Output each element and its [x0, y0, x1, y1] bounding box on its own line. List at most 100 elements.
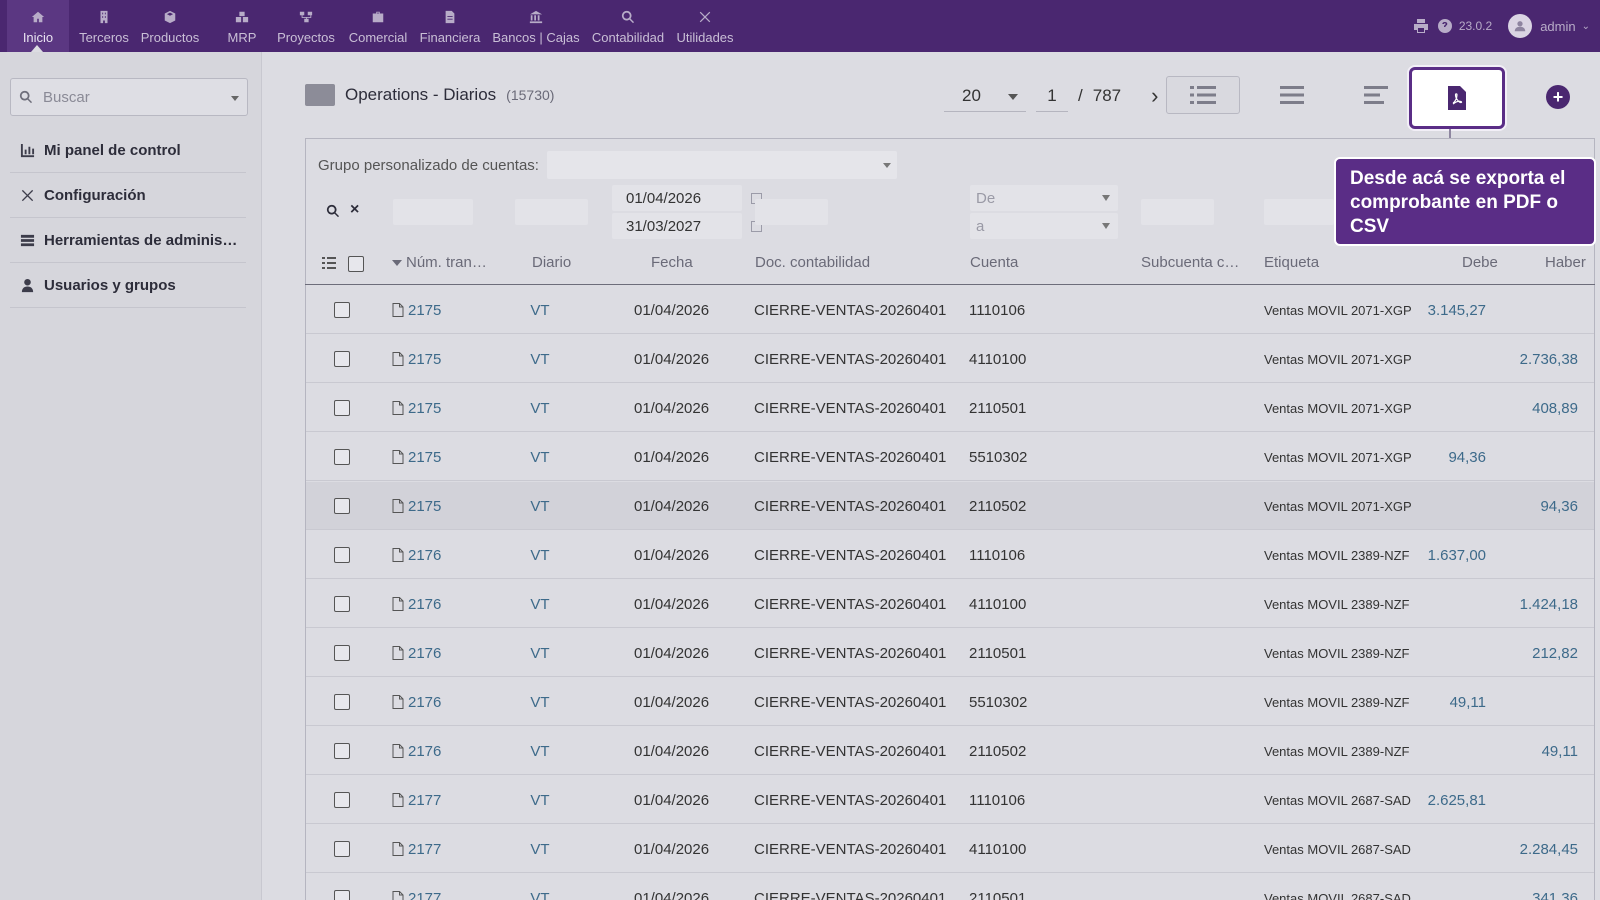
- transaction-link[interactable]: 2175: [392, 286, 441, 334]
- table-row[interactable]: 2176 VT 01/04/2026 CIERRE-VENTAS-20260401 21…: [306, 629, 1594, 677]
- row-checkbox[interactable]: [334, 890, 350, 900]
- menu-item-comercial[interactable]: Comercial: [346, 0, 410, 52]
- add-record-button[interactable]: +: [1546, 85, 1570, 109]
- row-checkbox[interactable]: [334, 645, 350, 661]
- columns-icon[interactable]: [322, 256, 336, 274]
- accounting-doc[interactable]: CIERRE-VENTAS-20260401: [754, 531, 946, 579]
- menu-item-contabilidad[interactable]: Contabilidad: [591, 0, 665, 52]
- sidebar-item-panel[interactable]: Mi panel de control: [10, 128, 246, 173]
- help-icon[interactable]: [1437, 18, 1453, 34]
- journal-code[interactable]: VT: [510, 384, 570, 432]
- menu-item-utilidades[interactable]: Utilidades: [673, 0, 737, 52]
- avatar[interactable]: [1508, 14, 1533, 38]
- account-code[interactable]: 4110100: [969, 580, 1026, 628]
- filter-account-to[interactable]: a: [970, 213, 1118, 239]
- transaction-link[interactable]: 2175: [392, 482, 441, 530]
- row-checkbox[interactable]: [334, 547, 350, 563]
- journal-code[interactable]: VT: [510, 776, 570, 824]
- accounting-doc[interactable]: CIERRE-VENTAS-20260401: [754, 825, 946, 873]
- filter-diario-input[interactable]: [515, 199, 588, 225]
- journal-code[interactable]: VT: [510, 825, 570, 873]
- table-row[interactable]: 2175 VT 01/04/2026 CIERRE-VENTAS-20260401 21…: [306, 482, 1594, 530]
- transaction-link[interactable]: 2176: [392, 629, 441, 677]
- tree-view-button[interactable]: [1354, 76, 1398, 114]
- accounting-doc[interactable]: CIERRE-VENTAS-20260401: [754, 580, 946, 628]
- transaction-link[interactable]: 2176: [392, 580, 441, 628]
- table-row[interactable]: 2175 VT 01/04/2026 CIERRE-VENTAS-20260401 11…: [306, 286, 1594, 334]
- journal-code[interactable]: VT: [510, 286, 570, 334]
- table-row[interactable]: 2176 VT 01/04/2026 CIERRE-VENTAS-20260401 41…: [306, 580, 1594, 628]
- row-checkbox[interactable]: [334, 596, 350, 612]
- transaction-link[interactable]: 2176: [392, 678, 441, 726]
- table-row[interactable]: 2176 VT 01/04/2026 CIERRE-VENTAS-20260401 11…: [306, 531, 1594, 579]
- journal-code[interactable]: VT: [510, 433, 570, 481]
- account-code[interactable]: 2110502: [969, 727, 1026, 775]
- filter-label-input[interactable]: [1264, 199, 1334, 225]
- journal-code[interactable]: VT: [510, 678, 570, 726]
- search-filter-icon[interactable]: [326, 204, 340, 223]
- journal-code[interactable]: VT: [510, 580, 570, 628]
- header-num[interactable]: Núm. tran…: [406, 254, 487, 271]
- select-all-checkbox[interactable]: [348, 256, 364, 272]
- accounting-doc[interactable]: CIERRE-VENTAS-20260401: [754, 482, 946, 530]
- accounting-doc[interactable]: CIERRE-VENTAS-20260401: [754, 384, 946, 432]
- page-size-select[interactable]: 20: [944, 80, 1026, 112]
- transaction-link[interactable]: 2176: [392, 727, 441, 775]
- accounting-doc[interactable]: CIERRE-VENTAS-20260401: [754, 335, 946, 383]
- header-diario[interactable]: Diario: [532, 254, 571, 271]
- row-checkbox[interactable]: [334, 302, 350, 318]
- header-etiqueta[interactable]: Etiqueta: [1264, 254, 1319, 271]
- transaction-link[interactable]: 2175: [392, 433, 441, 481]
- filter-num-input[interactable]: [393, 199, 473, 225]
- group-view-button[interactable]: [1270, 76, 1314, 114]
- menu-item-productos[interactable]: Productos: [140, 0, 200, 52]
- account-code[interactable]: 4110100: [969, 335, 1026, 383]
- print-icon[interactable]: [1413, 18, 1429, 34]
- row-checkbox[interactable]: [334, 498, 350, 514]
- journal-code[interactable]: VT: [510, 482, 570, 530]
- menu-item-bancos-cajas[interactable]: Bancos | Cajas: [490, 0, 582, 52]
- filter-date-from[interactable]: 01/04/2026: [612, 185, 762, 211]
- transaction-link[interactable]: 2176: [392, 531, 441, 579]
- menu-item-terceros[interactable]: Terceros: [77, 0, 131, 52]
- page-number-input[interactable]: 1: [1036, 80, 1068, 112]
- row-checkbox[interactable]: [334, 351, 350, 367]
- account-code[interactable]: 5510302: [969, 678, 1027, 726]
- transaction-link[interactable]: 2175: [392, 384, 441, 432]
- filter-subaccount-input[interactable]: [1141, 199, 1214, 225]
- journal-code[interactable]: VT: [510, 531, 570, 579]
- list-view-button[interactable]: [1166, 76, 1240, 114]
- table-row[interactable]: 2175 VT 01/04/2026 CIERRE-VENTAS-20260401 55…: [306, 433, 1594, 481]
- account-code[interactable]: 1110106: [969, 286, 1025, 334]
- user-name[interactable]: admin: [1540, 19, 1575, 34]
- row-checkbox[interactable]: [334, 400, 350, 416]
- group-select[interactable]: [546, 151, 897, 179]
- table-row[interactable]: 2177 VT 01/04/2026 CIERRE-VENTAS-20260401 11…: [306, 776, 1594, 824]
- account-code[interactable]: 2110501: [969, 629, 1026, 677]
- row-checkbox[interactable]: [334, 694, 350, 710]
- table-row[interactable]: 2175 VT 01/04/2026 CIERRE-VENTAS-20260401 41…: [306, 335, 1594, 383]
- menu-item-proyectos[interactable]: Proyectos: [276, 0, 336, 52]
- chevron-down-icon[interactable]: ⌄: [1582, 21, 1590, 32]
- accounting-doc[interactable]: CIERRE-VENTAS-20260401: [754, 776, 946, 824]
- clear-filter-icon[interactable]: ×: [350, 201, 359, 219]
- account-code[interactable]: 5510302: [969, 433, 1027, 481]
- transaction-link[interactable]: 2177: [392, 776, 441, 824]
- table-row[interactable]: 2176 VT 01/04/2026 CIERRE-VENTAS-20260401 55…: [306, 678, 1594, 726]
- transaction-link[interactable]: 2177: [392, 874, 441, 900]
- header-doc[interactable]: Doc. contabilidad: [755, 254, 870, 271]
- row-checkbox[interactable]: [334, 841, 350, 857]
- journal-code[interactable]: VT: [510, 727, 570, 775]
- menu-item-mrp[interactable]: MRP: [222, 0, 262, 52]
- header-cuenta[interactable]: Cuenta: [970, 254, 1018, 271]
- journal-code[interactable]: VT: [510, 629, 570, 677]
- sidebar-item-configuracion[interactable]: Configuración: [10, 173, 246, 218]
- filter-account-from[interactable]: De: [970, 185, 1118, 211]
- accounting-doc[interactable]: CIERRE-VENTAS-20260401: [754, 286, 946, 334]
- transaction-link[interactable]: 2175: [392, 335, 441, 383]
- account-code[interactable]: 2110501: [969, 384, 1026, 432]
- row-checkbox[interactable]: [334, 743, 350, 759]
- table-row[interactable]: 2175 VT 01/04/2026 CIERRE-VENTAS-20260401 21…: [306, 384, 1594, 432]
- sidebar-item-usuarios[interactable]: Usuarios y grupos: [10, 263, 246, 308]
- account-code[interactable]: 1110106: [969, 531, 1025, 579]
